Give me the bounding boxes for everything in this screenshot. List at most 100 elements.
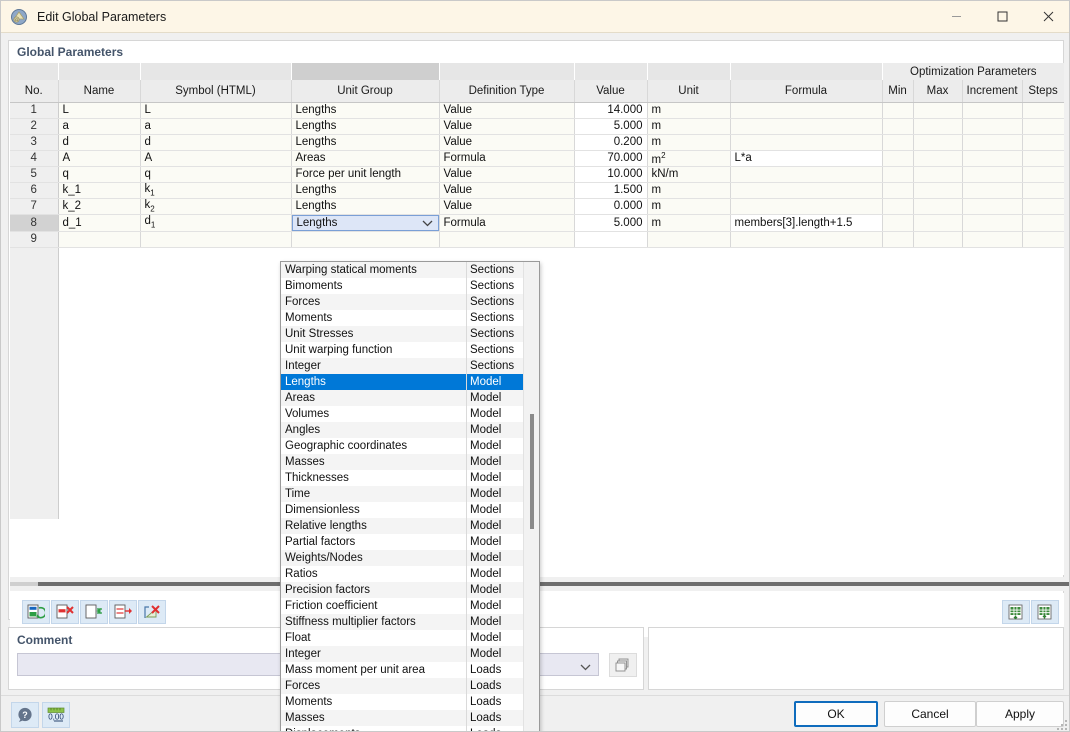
move-row-icon[interactable] [109, 600, 137, 624]
cell-increment[interactable] [962, 118, 1023, 135]
cell-value[interactable]: 1.500 [574, 182, 648, 199]
table-row[interactable]: 9 [10, 231, 1064, 248]
cell-unit[interactable]: m [647, 118, 731, 135]
cell-min[interactable] [882, 150, 914, 167]
dropdown-item[interactable]: Masses Loads [281, 710, 524, 726]
cell-definition-type[interactable]: Value [439, 102, 575, 119]
cell-unit-group[interactable] [291, 231, 440, 248]
table-row[interactable]: 3 d d Lengths Value 0.200 m [10, 134, 1064, 151]
dropdown-item[interactable]: Thicknesses Model [281, 470, 524, 486]
cell-definition-type[interactable]: Value [439, 198, 575, 215]
cell-unit-group[interactable]: Lengths [291, 198, 440, 215]
unit-group-combobox[interactable]: Lengths [291, 214, 438, 230]
cell-unit-group[interactable]: Force per unit length [291, 166, 440, 183]
cell-value[interactable]: 14.000 [574, 102, 648, 119]
column-header-unit[interactable]: Unit [647, 80, 731, 103]
cell-symbol[interactable]: d [140, 134, 292, 151]
table-row[interactable]: 8 d_1 d1 Lengths Formula 5.000 m members[3].len… [10, 214, 1064, 232]
cell-min[interactable] [882, 214, 914, 232]
cell-max[interactable] [913, 102, 963, 119]
chevron-down-icon[interactable] [580, 660, 591, 674]
cell-min[interactable] [882, 118, 914, 135]
dropdown-item[interactable]: Areas Model [281, 390, 524, 406]
column-header-increment[interactable]: Increment [962, 80, 1023, 103]
help-icon[interactable]: ? [11, 702, 39, 728]
cell-increment[interactable] [962, 182, 1023, 199]
cell-unit-group[interactable]: Areas [291, 150, 440, 167]
dropdown-scrollbar[interactable] [523, 262, 539, 731]
column-header-value[interactable]: Value [574, 80, 648, 103]
dropdown-item[interactable]: Geographic coordinates Model [281, 438, 524, 454]
cell-symbol[interactable]: L [140, 102, 292, 119]
table-row[interactable]: 7 k_2 k2 Lengths Value 0.000 m [10, 198, 1064, 215]
dropdown-item[interactable]: Precision factors Model [281, 582, 524, 598]
apply-button[interactable]: Apply [976, 701, 1064, 727]
cell-symbol[interactable]: A [140, 150, 292, 167]
dropdown-item[interactable]: Volumes Model [281, 406, 524, 422]
dropdown-item[interactable]: Angles Model [281, 422, 524, 438]
cell-value[interactable]: 0.000 [574, 198, 648, 215]
table-row[interactable]: 1 L L Lengths Value 14.000 m [10, 102, 1064, 119]
cell-increment[interactable] [962, 134, 1023, 151]
unit-group-dropdown-popup[interactable]: Warping statical moments Sections Bimoment… [280, 261, 540, 731]
cell-steps[interactable] [1022, 118, 1064, 135]
dropdown-item[interactable]: Lengths Model [281, 374, 524, 390]
close-button[interactable] [1025, 1, 1069, 32]
cell-max[interactable] [913, 182, 963, 199]
column-header-formula[interactable]: Formula [730, 80, 883, 103]
cell-steps[interactable] [1022, 214, 1064, 232]
dropdown-item[interactable]: Stiffness multiplier factors Model [281, 614, 524, 630]
cell-max[interactable] [913, 214, 963, 232]
cell-increment[interactable] [962, 231, 1023, 248]
dropdown-list[interactable]: Warping statical moments Sections Bimoment… [281, 262, 524, 731]
column-header-definition_type[interactable]: Definition Type [439, 80, 575, 103]
cell-unit[interactable]: m [647, 182, 731, 199]
cell-min[interactable] [882, 182, 914, 199]
cell-name[interactable]: k_2 [58, 198, 141, 215]
cell-value[interactable]: 5.000 [574, 118, 648, 135]
cell-unit-group[interactable]: Lengths [291, 102, 440, 119]
dropdown-item[interactable]: Unit Stresses Sections [281, 326, 524, 342]
cell-increment[interactable] [962, 166, 1023, 183]
cell-formula[interactable] [730, 166, 883, 183]
cell-symbol[interactable]: k1 [140, 182, 292, 199]
column-header-max[interactable]: Max [913, 80, 963, 103]
cell-max[interactable] [913, 198, 963, 215]
cell-name[interactable]: d_1 [58, 214, 141, 232]
dropdown-item[interactable]: Float Model [281, 630, 524, 646]
insert-row-icon[interactable] [80, 600, 108, 624]
cell-unit[interactable]: m2 [647, 150, 731, 167]
table-row[interactable]: 2 a a Lengths Value 5.000 m [10, 118, 1064, 135]
delete-row-icon[interactable] [51, 600, 79, 624]
cell-value[interactable]: 10.000 [574, 166, 648, 183]
dropdown-item[interactable]: Moments Sections [281, 310, 524, 326]
cell-steps[interactable] [1022, 150, 1064, 167]
dropdown-scrollbar-thumb[interactable] [530, 414, 534, 529]
dropdown-item[interactable]: Relative lengths Model [281, 518, 524, 534]
cell-value[interactable]: 70.000 [574, 150, 648, 167]
cell-name[interactable]: a [58, 118, 141, 135]
cell-min[interactable] [882, 231, 914, 248]
cell-definition-type[interactable]: Value [439, 118, 575, 135]
cancel-button[interactable]: Cancel [884, 701, 976, 727]
cell-formula[interactable] [730, 231, 883, 248]
dropdown-item[interactable]: Moments Loads [281, 694, 524, 710]
cell-definition-type[interactable]: Value [439, 166, 575, 183]
dropdown-item[interactable]: Masses Model [281, 454, 524, 470]
table-row[interactable]: 5 q q Force per unit length Value 10.000 kN/m [10, 166, 1064, 183]
clear-table-icon[interactable] [138, 600, 166, 624]
cell-symbol[interactable] [140, 231, 292, 248]
resize-grip[interactable] [1056, 719, 1068, 731]
table-row[interactable]: 4 A A Areas Formula 70.000 m2 L*a [10, 150, 1064, 167]
cell-formula[interactable] [730, 118, 883, 135]
cell-definition-type[interactable]: Formula [439, 214, 575, 232]
cell-definition-type[interactable] [439, 231, 575, 248]
cell-symbol[interactable]: k2 [140, 198, 292, 215]
cell-max[interactable] [913, 150, 963, 167]
cell-max[interactable] [913, 231, 963, 248]
dropdown-item[interactable]: Integer Model [281, 646, 524, 662]
dropdown-item[interactable]: Displacements Loads [281, 726, 524, 731]
cell-min[interactable] [882, 198, 914, 215]
column-header-no[interactable]: No. [10, 80, 59, 103]
cell-unit[interactable]: m [647, 198, 731, 215]
